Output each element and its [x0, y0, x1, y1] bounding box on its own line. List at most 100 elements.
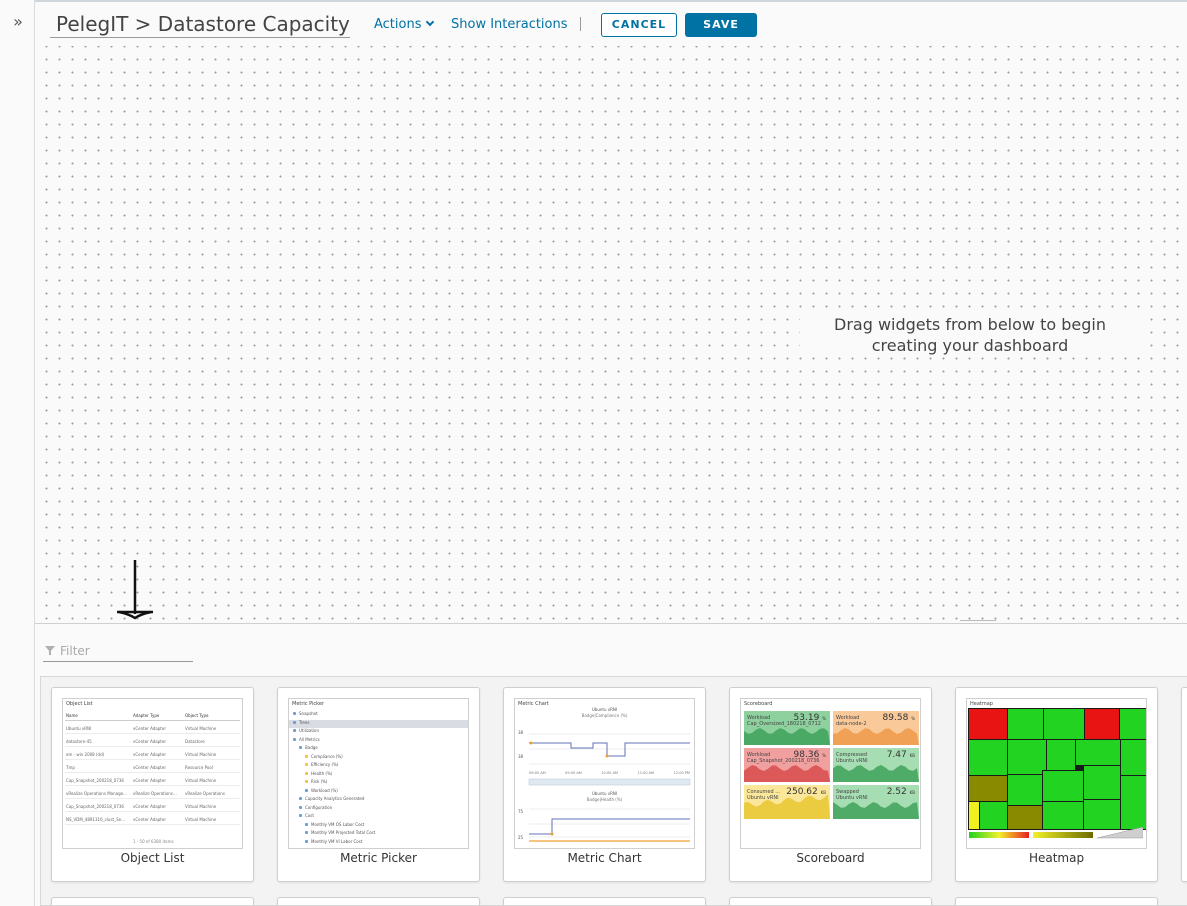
table-cell: datastore-45 — [66, 739, 92, 744]
time-tick: 09:00 AM — [565, 771, 582, 775]
chevron-down-icon — [425, 17, 434, 27]
heatmap-cell — [1042, 801, 1084, 830]
widget-card-scoreboard[interactable]: Scoreboard Workload Cap_Oversized_180218… — [729, 687, 932, 882]
tree-node-icon — [305, 822, 308, 826]
cancel-button[interactable]: CANCEL — [601, 13, 677, 37]
tree-item-label: Badge — [305, 745, 318, 750]
tree-node-icon — [305, 771, 308, 775]
widget-card-partial[interactable] — [1181, 687, 1187, 882]
tree-node-icon — [299, 805, 302, 809]
time-tick: 09:00 AM — [529, 771, 546, 775]
table-row: datastore-45 vCenter Adapter Datastore — [65, 735, 240, 747]
widget-card-row2[interactable] — [51, 897, 254, 905]
heatmap-cell — [968, 801, 980, 830]
tile-value: 7.47 — [886, 750, 907, 760]
table-cell: vRealize Operations — [185, 791, 225, 796]
filter-field[interactable] — [43, 640, 193, 662]
tree-item-label: Health (%) — [311, 770, 333, 776]
scoreboard-tile: Compressed Ubuntu vRNI 7.47 KB — [833, 748, 919, 782]
heatmap-cell — [1120, 775, 1146, 830]
chart-2-title: Ubuntu vRNI — [591, 791, 618, 796]
widget-label: Scoreboard — [796, 851, 865, 865]
table-cell: Virtual Machine — [185, 804, 217, 809]
tree-node-icon — [305, 763, 308, 766]
chart-2-subtitle: Badge|Health (%) — [586, 797, 623, 802]
widget-card-row2[interactable] — [955, 897, 1158, 905]
tile-unit: % — [822, 753, 826, 758]
metric-chart-thumbnail: Metric Chart Ubuntu vRNI Badge|Complianc… — [514, 698, 695, 849]
tile-name: Swapped Ubuntu vRNI — [836, 789, 868, 801]
thumb-title: Scoreboard — [744, 701, 773, 707]
save-button[interactable]: SAVE — [685, 13, 757, 37]
tree-item: Snapshot — [289, 711, 468, 720]
tree-node-icon — [305, 839, 308, 843]
dashboard-title-input[interactable]: PelegIT > Datastore Capacity — [50, 11, 350, 38]
double-chevron-right-icon[interactable]: » — [8, 12, 28, 32]
widget-library: Object List Name Adapter Type Object Typ… — [35, 624, 1187, 906]
table-header: Name Adapter Type Object Type — [65, 709, 240, 721]
thumb-title: Metric Picker — [292, 701, 325, 707]
time-tick: 12:00 PM — [673, 771, 690, 775]
heatmap-cell — [1007, 739, 1047, 775]
tree-item: Monthly VM VI Labor Cost — [289, 839, 468, 848]
tree-node-icon — [293, 720, 296, 724]
scoreboard-tile: Workload data-node-2 89.58 % — [833, 711, 919, 745]
table-cell: vCenter Adapter — [133, 752, 166, 757]
tree-item-label: Monthly VM VI Labor Cost — [311, 838, 363, 844]
tree-node-icon — [293, 737, 296, 741]
widget-card-metric-chart[interactable]: Metric Chart Ubuntu vRNI Badge|Complianc… — [503, 687, 706, 882]
scoreboard-tile: Swapped Ubuntu vRNI 2.52 KB — [833, 785, 919, 819]
heatmap-grid — [968, 708, 1146, 830]
tree-item: Cost — [289, 813, 468, 822]
tile-value: 98.36 — [793, 750, 820, 760]
widget-card-row2[interactable] — [503, 897, 706, 905]
tree-item-label: Risk (%) — [311, 779, 328, 784]
table-cell: Virtual Machine — [185, 778, 217, 783]
tree-item: Compliance (%) — [289, 754, 468, 763]
tree-item: Monthly VM Projected Total Cost — [289, 830, 468, 839]
table-cell: em - win 2008 (dd) — [66, 752, 105, 757]
tile-name: Workload data-node-2 — [836, 715, 867, 727]
table-cell: Cap_Snapshot_200218_0736 — [66, 778, 124, 783]
table-cell: vCenter Adapter — [133, 804, 166, 809]
tree-item: Capacity Analytics Generated — [289, 796, 468, 805]
widget-label: Heatmap — [1028, 851, 1085, 865]
show-interactions-link[interactable]: Show Interactions — [451, 17, 568, 32]
widget-card-row2[interactable] — [729, 897, 932, 905]
tile-value-wrap: 98.36 % — [794, 750, 826, 760]
tree-node-icon — [299, 797, 302, 800]
heatmap-cell — [1083, 765, 1121, 800]
thumb-title: Heatmap — [970, 701, 993, 707]
dashboard-canvas[interactable]: Drag widgets from below to begin creatin… — [35, 46, 1187, 623]
tile-value: 250.62 — [786, 787, 818, 797]
table-cell: Virtual Machine — [185, 752, 217, 757]
table-cell: vCenter Adapter — [133, 765, 166, 770]
widget-card-object-list[interactable]: Object List Name Adapter Type Object Typ… — [51, 687, 254, 882]
tile-unit: % — [822, 716, 826, 721]
tile-value-wrap: 53.19 % — [794, 713, 826, 723]
table-row: em - win 2008 (dd) vCenter Adapter Virtual… — [65, 748, 240, 760]
tree-item: Badge — [289, 745, 468, 754]
table-cell: vCenter Adapter — [133, 726, 166, 731]
heatmap-cell — [968, 775, 1008, 802]
pager: 1 - 50 of 6380 items — [133, 839, 174, 844]
actions-menu[interactable]: Actions — [374, 17, 434, 32]
metric-picker-thumbnail: Metric Picker Snapshot Trees Utilization Al… — [288, 698, 469, 849]
widget-card-heatmap[interactable]: Heatmap Heatmap — [955, 687, 1158, 882]
left-rail: » — [0, 0, 35, 906]
table-cell: vRealize Operations Manage... — [66, 791, 127, 796]
filter-input[interactable] — [60, 641, 190, 661]
widget-label: Object List — [120, 851, 185, 865]
tree-item: Trees — [289, 719, 468, 728]
table-cell: NS_VDM_4891316_clust_Se... — [66, 817, 125, 822]
widget-card-row2[interactable] — [277, 897, 480, 905]
tree-item: Health (%) — [289, 771, 468, 780]
heatmap-cell — [979, 801, 1008, 830]
tile-unit: % — [911, 716, 915, 721]
dashboard-editor: » PelegIT > Datastore Capacity Actions S… — [0, 0, 1187, 906]
tile-name: Compressed Ubuntu vRNI — [836, 752, 868, 764]
heatmap-cell — [968, 708, 1008, 740]
chart-1-time-axis: 09:00 AM 09:00 AM 10:00 AM 11:00 AM 12:0… — [529, 771, 690, 775]
scoreboard-tile: Consumed ... Ubuntu vRNI 250.62 KB — [744, 785, 830, 819]
widget-card-metric-picker[interactable]: Metric Picker Snapshot Trees Utilization Al… — [277, 687, 480, 882]
